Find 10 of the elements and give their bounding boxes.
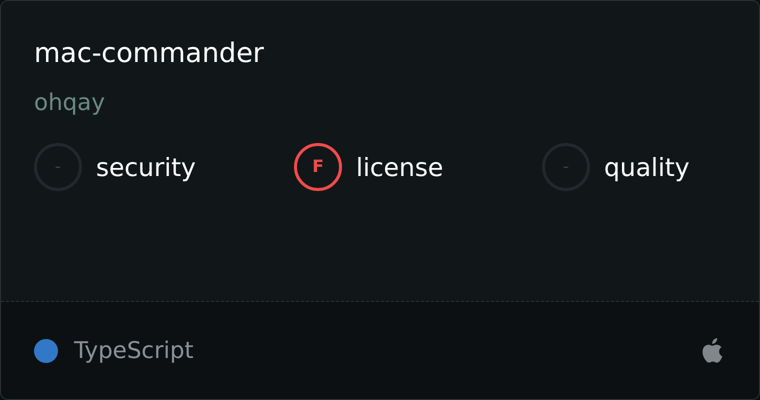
grade-badge: - — [34, 143, 82, 191]
owner-name: ohqay — [34, 89, 105, 118]
grade-badge: - — [542, 143, 590, 191]
score-label: license — [356, 152, 444, 182]
grade-badge: F — [294, 143, 342, 191]
apple-icon — [702, 338, 724, 364]
repo-title: mac-commander — [34, 37, 264, 71]
score-label: security — [96, 152, 196, 182]
language-name: TypeScript — [74, 338, 194, 364]
score-label: quality — [604, 152, 690, 182]
